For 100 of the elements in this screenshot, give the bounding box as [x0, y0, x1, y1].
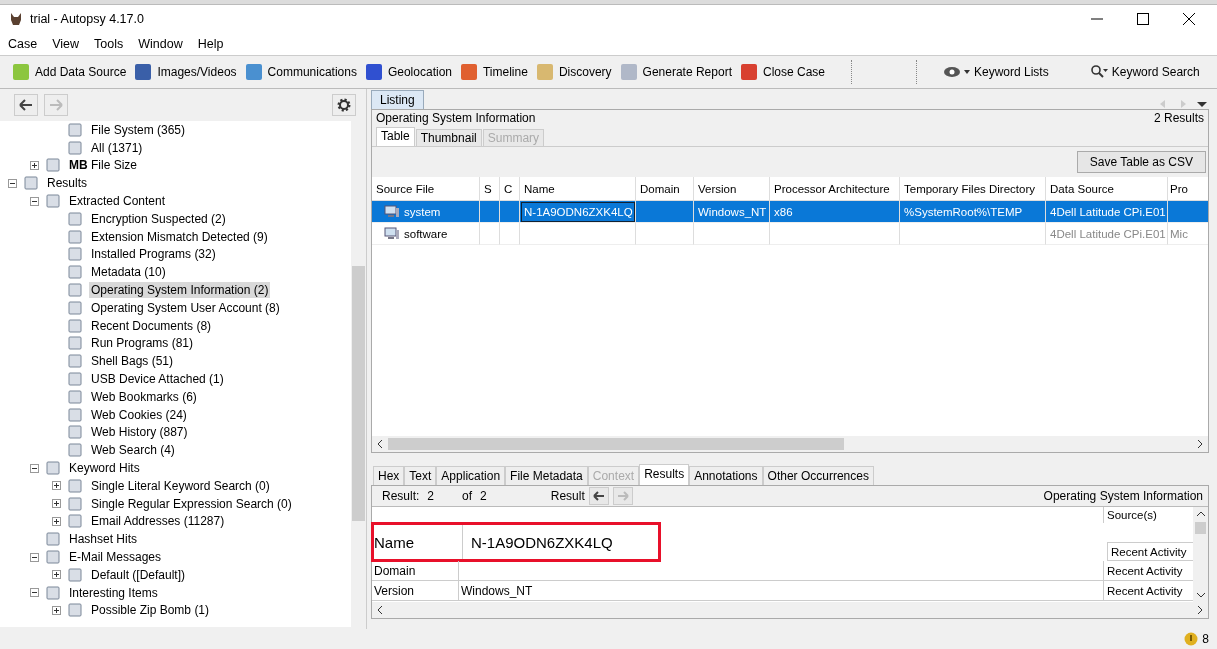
expand-toggle[interactable]	[30, 463, 39, 473]
scroll-right-icon[interactable]	[1196, 439, 1204, 449]
column-header[interactable]: Processor Architecture	[770, 177, 900, 201]
expand-toggle[interactable]	[52, 605, 61, 615]
toolbar-button[interactable]: Timeline	[458, 61, 528, 83]
previous-result-button[interactable]	[588, 487, 609, 505]
tree-item[interactable]: Interesting Items	[67, 584, 160, 601]
node-icon	[46, 585, 60, 600]
menu-item[interactable]: View	[52, 37, 80, 51]
content-tab[interactable]: Results	[639, 464, 690, 485]
keyword-lists-button[interactable]: Keyword Lists	[943, 65, 1049, 79]
expand-toggle[interactable]	[52, 516, 61, 526]
tree-item[interactable]: Web Search (4)	[89, 442, 177, 459]
toolbar-button[interactable]: Communications	[242, 61, 357, 83]
toggle-icon	[52, 499, 61, 509]
view-tab[interactable]: Thumbnail	[415, 129, 482, 146]
tree-item[interactable]: E-Mail Messages	[67, 549, 164, 565]
back-button[interactable]	[14, 94, 38, 116]
tree-item[interactable]: Metadata (10)	[89, 264, 168, 281]
tree-item[interactable]: Web Bookmarks (6)	[89, 388, 199, 405]
expand-toggle[interactable]	[52, 499, 61, 509]
content-tab[interactable]: Annotations	[689, 466, 763, 485]
tree-item[interactable]: Recent Documents (8)	[89, 317, 214, 334]
expand-toggle[interactable]	[52, 570, 61, 580]
scrollbar[interactable]	[1193, 507, 1208, 602]
tree-item[interactable]: Single Literal Keyword Search (0)	[89, 477, 272, 494]
column-header[interactable]: Version	[694, 177, 770, 201]
expand-toggle[interactable]	[30, 196, 39, 206]
expand-toggle[interactable]	[30, 588, 39, 598]
tree-item[interactable]: Possible Zip Bomb (1)	[89, 602, 212, 619]
column-header[interactable]: C	[500, 177, 520, 201]
close-icon[interactable]	[1183, 13, 1195, 25]
menu-item[interactable]: Window	[138, 37, 183, 51]
menu-item[interactable]: Tools	[94, 37, 124, 51]
tree-item[interactable]: Extracted Content	[67, 193, 168, 210]
tab-nav-icon[interactable]	[1159, 99, 1209, 109]
tree-item[interactable]: MB File Size	[67, 157, 140, 174]
tree-item[interactable]: Extension Mismatch Detected (9)	[89, 228, 270, 245]
settings-button[interactable]	[332, 94, 356, 116]
save-csv-button[interactable]: Save Table as CSV	[1076, 151, 1206, 173]
listing-tab[interactable]: Listing	[371, 90, 424, 109]
expand-toggle[interactable]	[30, 161, 39, 170]
tree-item[interactable]: Single Regular Expression Search (0)	[89, 495, 294, 512]
tree-item[interactable]: Email Addresses (11287)	[89, 513, 227, 530]
toolbar-button[interactable]: Add Data Source	[10, 61, 127, 83]
scrollbar[interactable]	[372, 436, 1208, 452]
scroll-thumb[interactable]	[388, 438, 844, 450]
content-tab[interactable]: File Metadata	[505, 466, 588, 485]
scroll-down-icon[interactable]	[1195, 591, 1206, 599]
tree-item[interactable]: Hashset Hits	[67, 531, 140, 548]
tree-item[interactable]: Web Cookies (24)	[89, 406, 189, 423]
expand-toggle[interactable]	[52, 481, 61, 491]
expand-toggle[interactable]	[30, 552, 39, 562]
table-row[interactable]: software 4Dell Latitude CPi.E01 Mic	[372, 223, 1208, 245]
content-tab[interactable]: Text	[404, 466, 437, 485]
tree-item[interactable]: All (1371)	[89, 139, 145, 156]
scroll-up-icon[interactable]	[1195, 510, 1206, 518]
scroll-left-icon[interactable]	[376, 605, 384, 615]
keyword-search-button[interactable]: Keyword Search	[1090, 65, 1200, 79]
tree-item[interactable]: USB Device Attached (1)	[89, 371, 226, 388]
node-icon	[68, 211, 82, 226]
tree-item[interactable]: Encryption Suspected (2)	[89, 210, 228, 227]
toolbar-button[interactable]: Images/Videos	[132, 61, 237, 83]
tree-item[interactable]: Operating System Information (2)	[89, 282, 271, 299]
menu-item[interactable]: Help	[197, 37, 224, 51]
toolbar-button[interactable]: Generate Report	[617, 61, 732, 83]
menu-item[interactable]: Case	[8, 37, 38, 51]
tree-item[interactable]: File System (365)	[89, 121, 188, 138]
search-icon	[1090, 65, 1109, 79]
column-header[interactable]: Source File	[372, 177, 480, 201]
tree-item[interactable]: Run Programs (81)	[89, 335, 196, 352]
column-header[interactable]: Domain	[636, 177, 694, 201]
tree-item[interactable]: Installed Programs (32)	[89, 246, 218, 263]
scroll-left-icon[interactable]	[376, 439, 384, 449]
notification-icon[interactable]	[1184, 632, 1199, 646]
scrollbar[interactable]	[372, 602, 1208, 618]
maximize-icon[interactable]	[1137, 13, 1149, 25]
table-row[interactable]: system N-1A9ODN6ZXK4LQ Windows_NT x86 %SystemRoot%\TEMP 4Dell Latitude CPi.E01	[372, 201, 1208, 223]
scroll-thumb[interactable]	[352, 266, 365, 521]
tree-item[interactable]: Operating System User Account (8)	[89, 299, 282, 316]
scroll-thumb[interactable]	[1195, 522, 1206, 534]
column-header[interactable]: Data Source	[1046, 177, 1168, 201]
tree-item[interactable]: Shell Bags (51)	[89, 353, 176, 370]
tree-item[interactable]: Default ([Default])	[89, 566, 188, 583]
content-tab[interactable]: Application	[436, 466, 506, 485]
expand-toggle[interactable]	[8, 178, 17, 188]
toolbar-button[interactable]: Discovery	[533, 61, 612, 83]
toolbar-button[interactable]: Close Case	[737, 61, 825, 83]
tree-item[interactable]: Keyword Hits	[67, 460, 142, 477]
toolbar-icon	[10, 61, 32, 83]
view-tab[interactable]: Table	[376, 127, 415, 146]
tree-item[interactable]: Results	[45, 175, 89, 192]
column-header[interactable]: Name	[520, 177, 636, 201]
scroll-right-icon[interactable]	[1196, 605, 1204, 615]
column-header[interactable]: S	[480, 177, 500, 201]
tree-item[interactable]: Web History (887)	[89, 424, 190, 441]
toolbar-button[interactable]: Geolocation	[362, 61, 452, 83]
column-header[interactable]: Temporary Files Directory	[900, 177, 1046, 201]
content-tab[interactable]: Other Occurrences	[762, 466, 874, 485]
content-tab[interactable]: Hex	[373, 466, 405, 485]
